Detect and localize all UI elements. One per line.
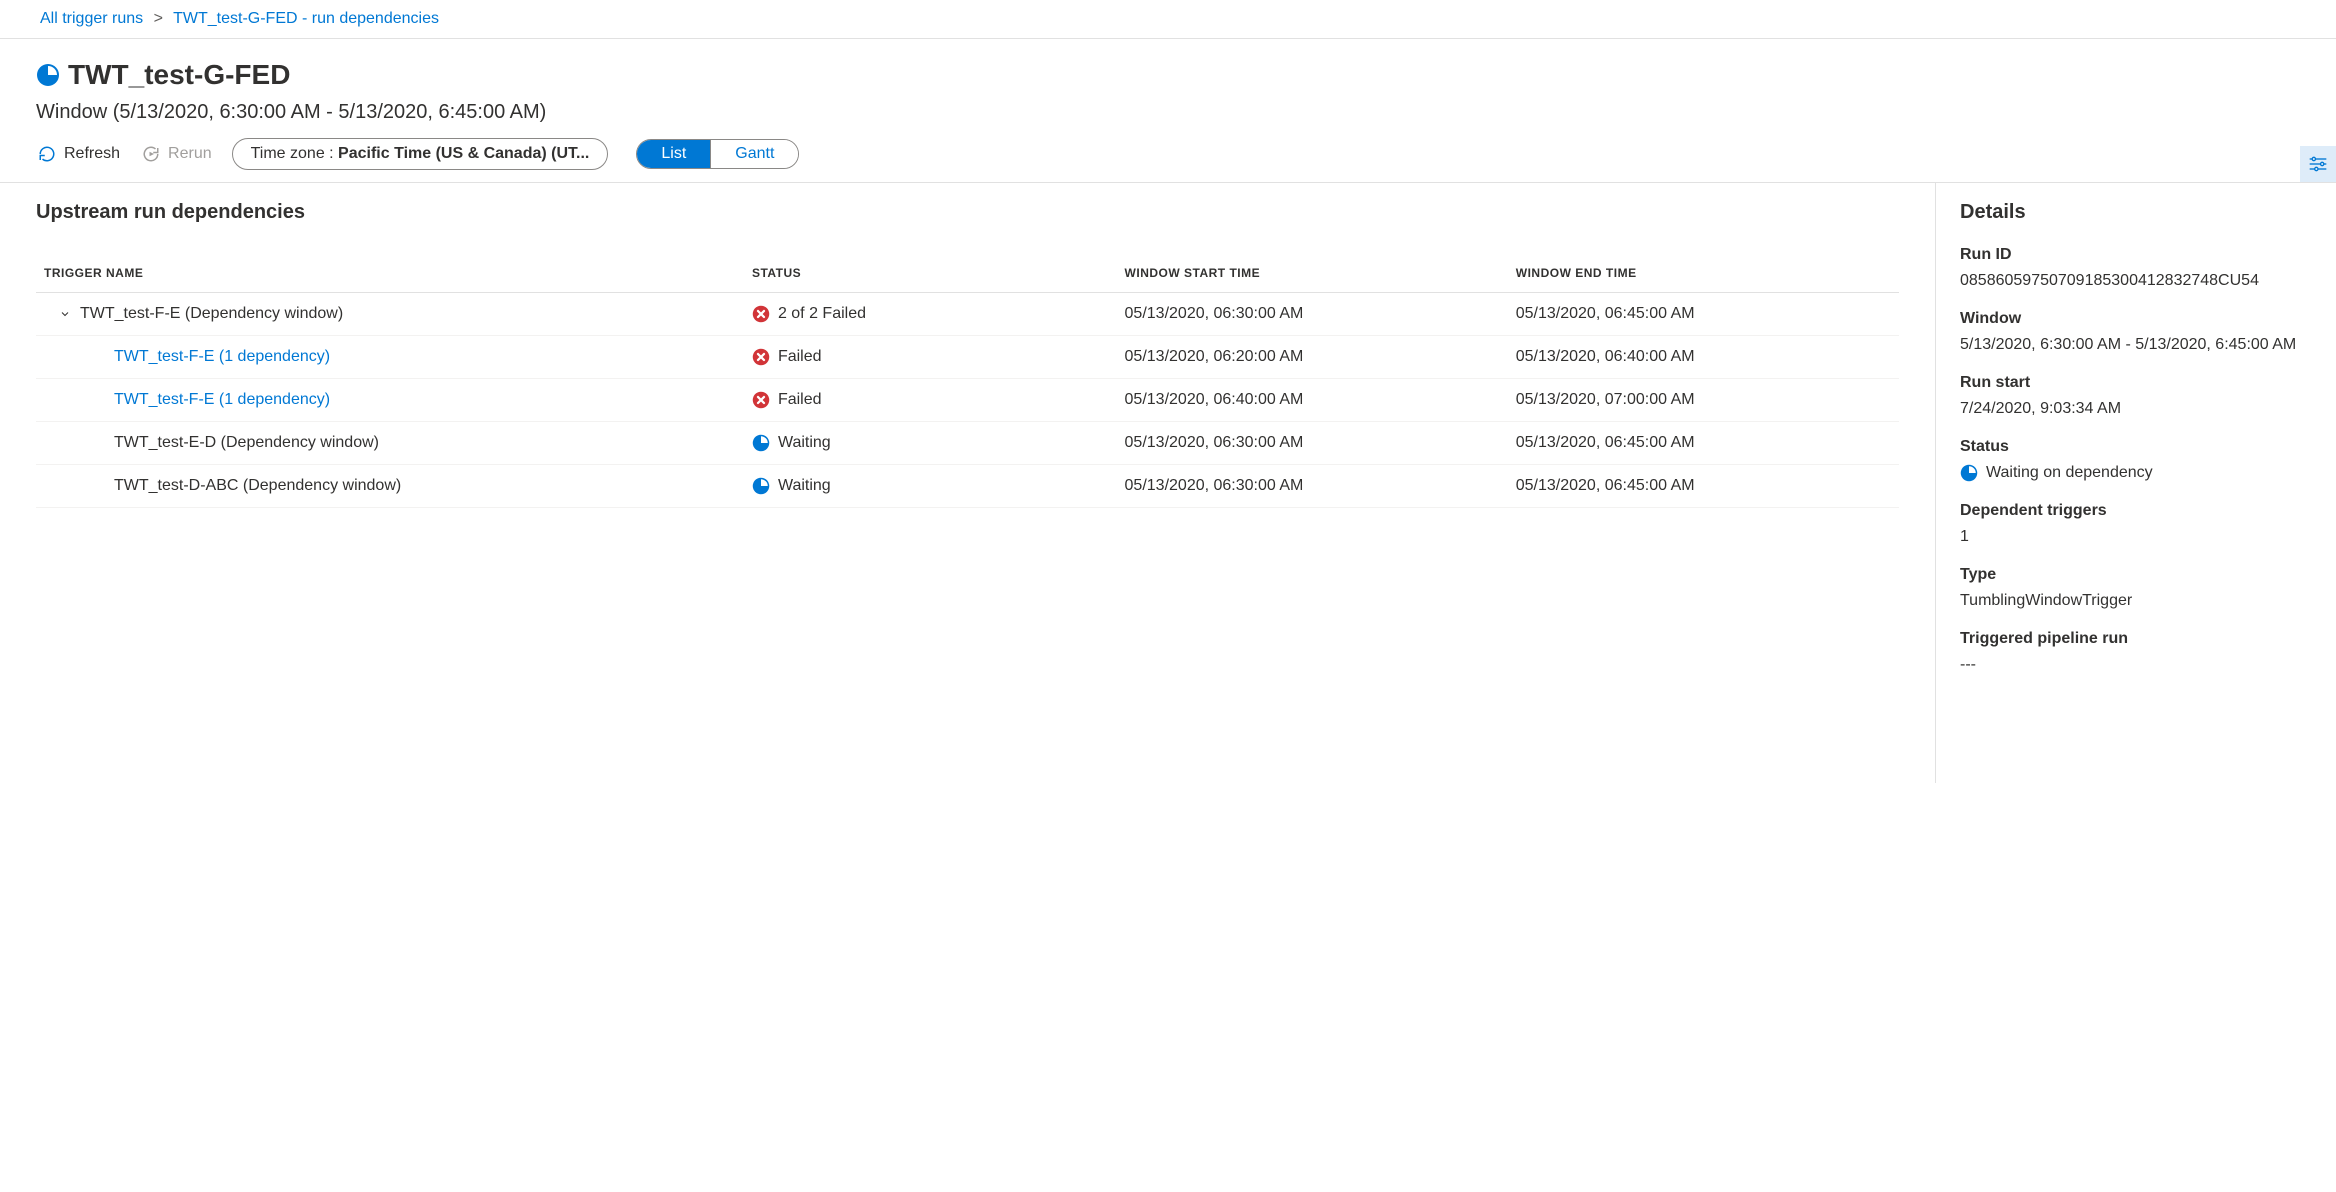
- breadcrumb-current: TWT_test-G-FED - run dependencies: [173, 10, 439, 27]
- view-list-button[interactable]: List: [637, 140, 710, 168]
- filter-button[interactable]: [2300, 146, 2336, 182]
- status-text: Waiting: [778, 477, 831, 495]
- table-row[interactable]: TWT_test-F-E (Dependency window) 2 of 2 F…: [36, 293, 1899, 336]
- window-end-cell: 05/13/2020, 06:45:00 AM: [1508, 422, 1899, 465]
- status-value-row: Waiting on dependency: [1960, 464, 2312, 482]
- window-range-text: Window (5/13/2020, 6:30:00 AM - 5/13/202…: [36, 101, 2300, 124]
- view-gantt-button[interactable]: Gantt: [711, 140, 798, 168]
- refresh-icon: [38, 145, 56, 163]
- run-start-value: 7/24/2020, 9:03:34 AM: [1960, 400, 2312, 418]
- table-row[interactable]: TWT_test-F-E (1 dependency) Failed 05/13/2…: [36, 379, 1899, 422]
- trigger-name: TWT_test-E-D (Dependency window): [114, 434, 379, 452]
- status-text: 2 of 2 Failed: [778, 305, 866, 323]
- details-title: Details: [1960, 201, 2312, 224]
- window-end-cell: 05/13/2020, 06:45:00 AM: [1508, 465, 1899, 508]
- filter-icon: [2308, 154, 2328, 174]
- chevron-down-icon[interactable]: [58, 308, 72, 320]
- page-header: TWT_test-G-FED Window (5/13/2020, 6:30:0…: [0, 39, 2336, 183]
- dependent-triggers-value: 1: [1960, 528, 2312, 546]
- dependencies-table: TRIGGER NAME STATUS WINDOW START TIME WI…: [36, 254, 1899, 508]
- timezone-value: Pacific Time (US & Canada) (UT...: [338, 145, 589, 162]
- type-label: Type: [1960, 566, 2312, 584]
- timezone-selector[interactable]: Time zone : Pacific Time (US & Canada) (…: [232, 138, 609, 170]
- status-text: Failed: [778, 391, 822, 409]
- trigger-name[interactable]: TWT_test-F-E (1 dependency): [114, 348, 330, 366]
- table-row[interactable]: TWT_test-E-D (Dependency window) Waiting 0…: [36, 422, 1899, 465]
- details-panel: Details Run ID 0858605975070918530041283…: [1936, 183, 2336, 783]
- clock-icon: [1960, 464, 1978, 482]
- col-window-start[interactable]: WINDOW START TIME: [1117, 254, 1508, 293]
- window-end-cell: 05/13/2020, 06:40:00 AM: [1508, 336, 1899, 379]
- run-id-label: Run ID: [1960, 246, 2312, 264]
- trigger-name[interactable]: TWT_test-F-E (1 dependency): [114, 391, 330, 409]
- status-label: Status: [1960, 438, 2312, 456]
- breadcrumb: All trigger runs > TWT_test-G-FED - run …: [0, 0, 2336, 39]
- section-title: Upstream run dependencies: [36, 201, 1899, 224]
- window-value: 5/13/2020, 6:30:00 AM - 5/13/2020, 6:45:…: [1960, 336, 2312, 354]
- content-area: Upstream run dependencies TRIGGER NAME S…: [0, 183, 2336, 783]
- status-text: Waiting: [778, 434, 831, 452]
- rerun-button: Rerun: [140, 141, 214, 167]
- triggered-run-value: ---: [1960, 656, 2312, 674]
- main-panel: Upstream run dependencies TRIGGER NAME S…: [0, 183, 1936, 783]
- window-start-cell: 05/13/2020, 06:30:00 AM: [1117, 465, 1508, 508]
- breadcrumb-separator: >: [154, 10, 163, 27]
- window-end-cell: 05/13/2020, 06:45:00 AM: [1508, 293, 1899, 336]
- clock-icon: [36, 63, 60, 87]
- col-status[interactable]: STATUS: [744, 254, 1117, 293]
- failed-icon: [752, 348, 770, 366]
- refresh-button[interactable]: Refresh: [36, 141, 122, 167]
- rerun-label: Rerun: [168, 145, 212, 163]
- trigger-name: TWT_test-D-ABC (Dependency window): [114, 477, 401, 495]
- breadcrumb-root-link[interactable]: All trigger runs: [40, 10, 143, 27]
- toolbar: Refresh Rerun Time zone : Pacific Time (…: [36, 138, 2300, 170]
- window-end-cell: 05/13/2020, 07:00:00 AM: [1508, 379, 1899, 422]
- table-header-row: TRIGGER NAME STATUS WINDOW START TIME WI…: [36, 254, 1899, 293]
- col-window-end[interactable]: WINDOW END TIME: [1508, 254, 1899, 293]
- waiting-icon: [752, 434, 770, 452]
- rerun-icon: [142, 145, 160, 163]
- dependent-triggers-label: Dependent triggers: [1960, 502, 2312, 520]
- triggered-run-label: Triggered pipeline run: [1960, 630, 2312, 648]
- type-value: TumblingWindowTrigger: [1960, 592, 2312, 610]
- table-row[interactable]: TWT_test-D-ABC (Dependency window) Waitin…: [36, 465, 1899, 508]
- window-start-cell: 05/13/2020, 06:40:00 AM: [1117, 379, 1508, 422]
- run-start-label: Run start: [1960, 374, 2312, 392]
- refresh-label: Refresh: [64, 145, 120, 163]
- status-text: Failed: [778, 348, 822, 366]
- window-start-cell: 05/13/2020, 06:30:00 AM: [1117, 422, 1508, 465]
- window-label: Window: [1960, 310, 2312, 328]
- col-trigger-name[interactable]: TRIGGER NAME: [36, 254, 744, 293]
- run-id-value: 08586059750709185300412832748CU54: [1960, 272, 2312, 290]
- timezone-label: Time zone :: [251, 145, 338, 162]
- view-toggle: List Gantt: [636, 139, 799, 169]
- waiting-icon: [752, 477, 770, 495]
- trigger-name: TWT_test-F-E (Dependency window): [80, 305, 343, 323]
- window-start-cell: 05/13/2020, 06:20:00 AM: [1117, 336, 1508, 379]
- failed-icon: [752, 391, 770, 409]
- status-value: Waiting on dependency: [1986, 464, 2153, 482]
- table-row[interactable]: TWT_test-F-E (1 dependency) Failed 05/13/2…: [36, 336, 1899, 379]
- window-start-cell: 05/13/2020, 06:30:00 AM: [1117, 293, 1508, 336]
- failed-icon: [752, 305, 770, 323]
- page-title: TWT_test-G-FED: [68, 59, 290, 91]
